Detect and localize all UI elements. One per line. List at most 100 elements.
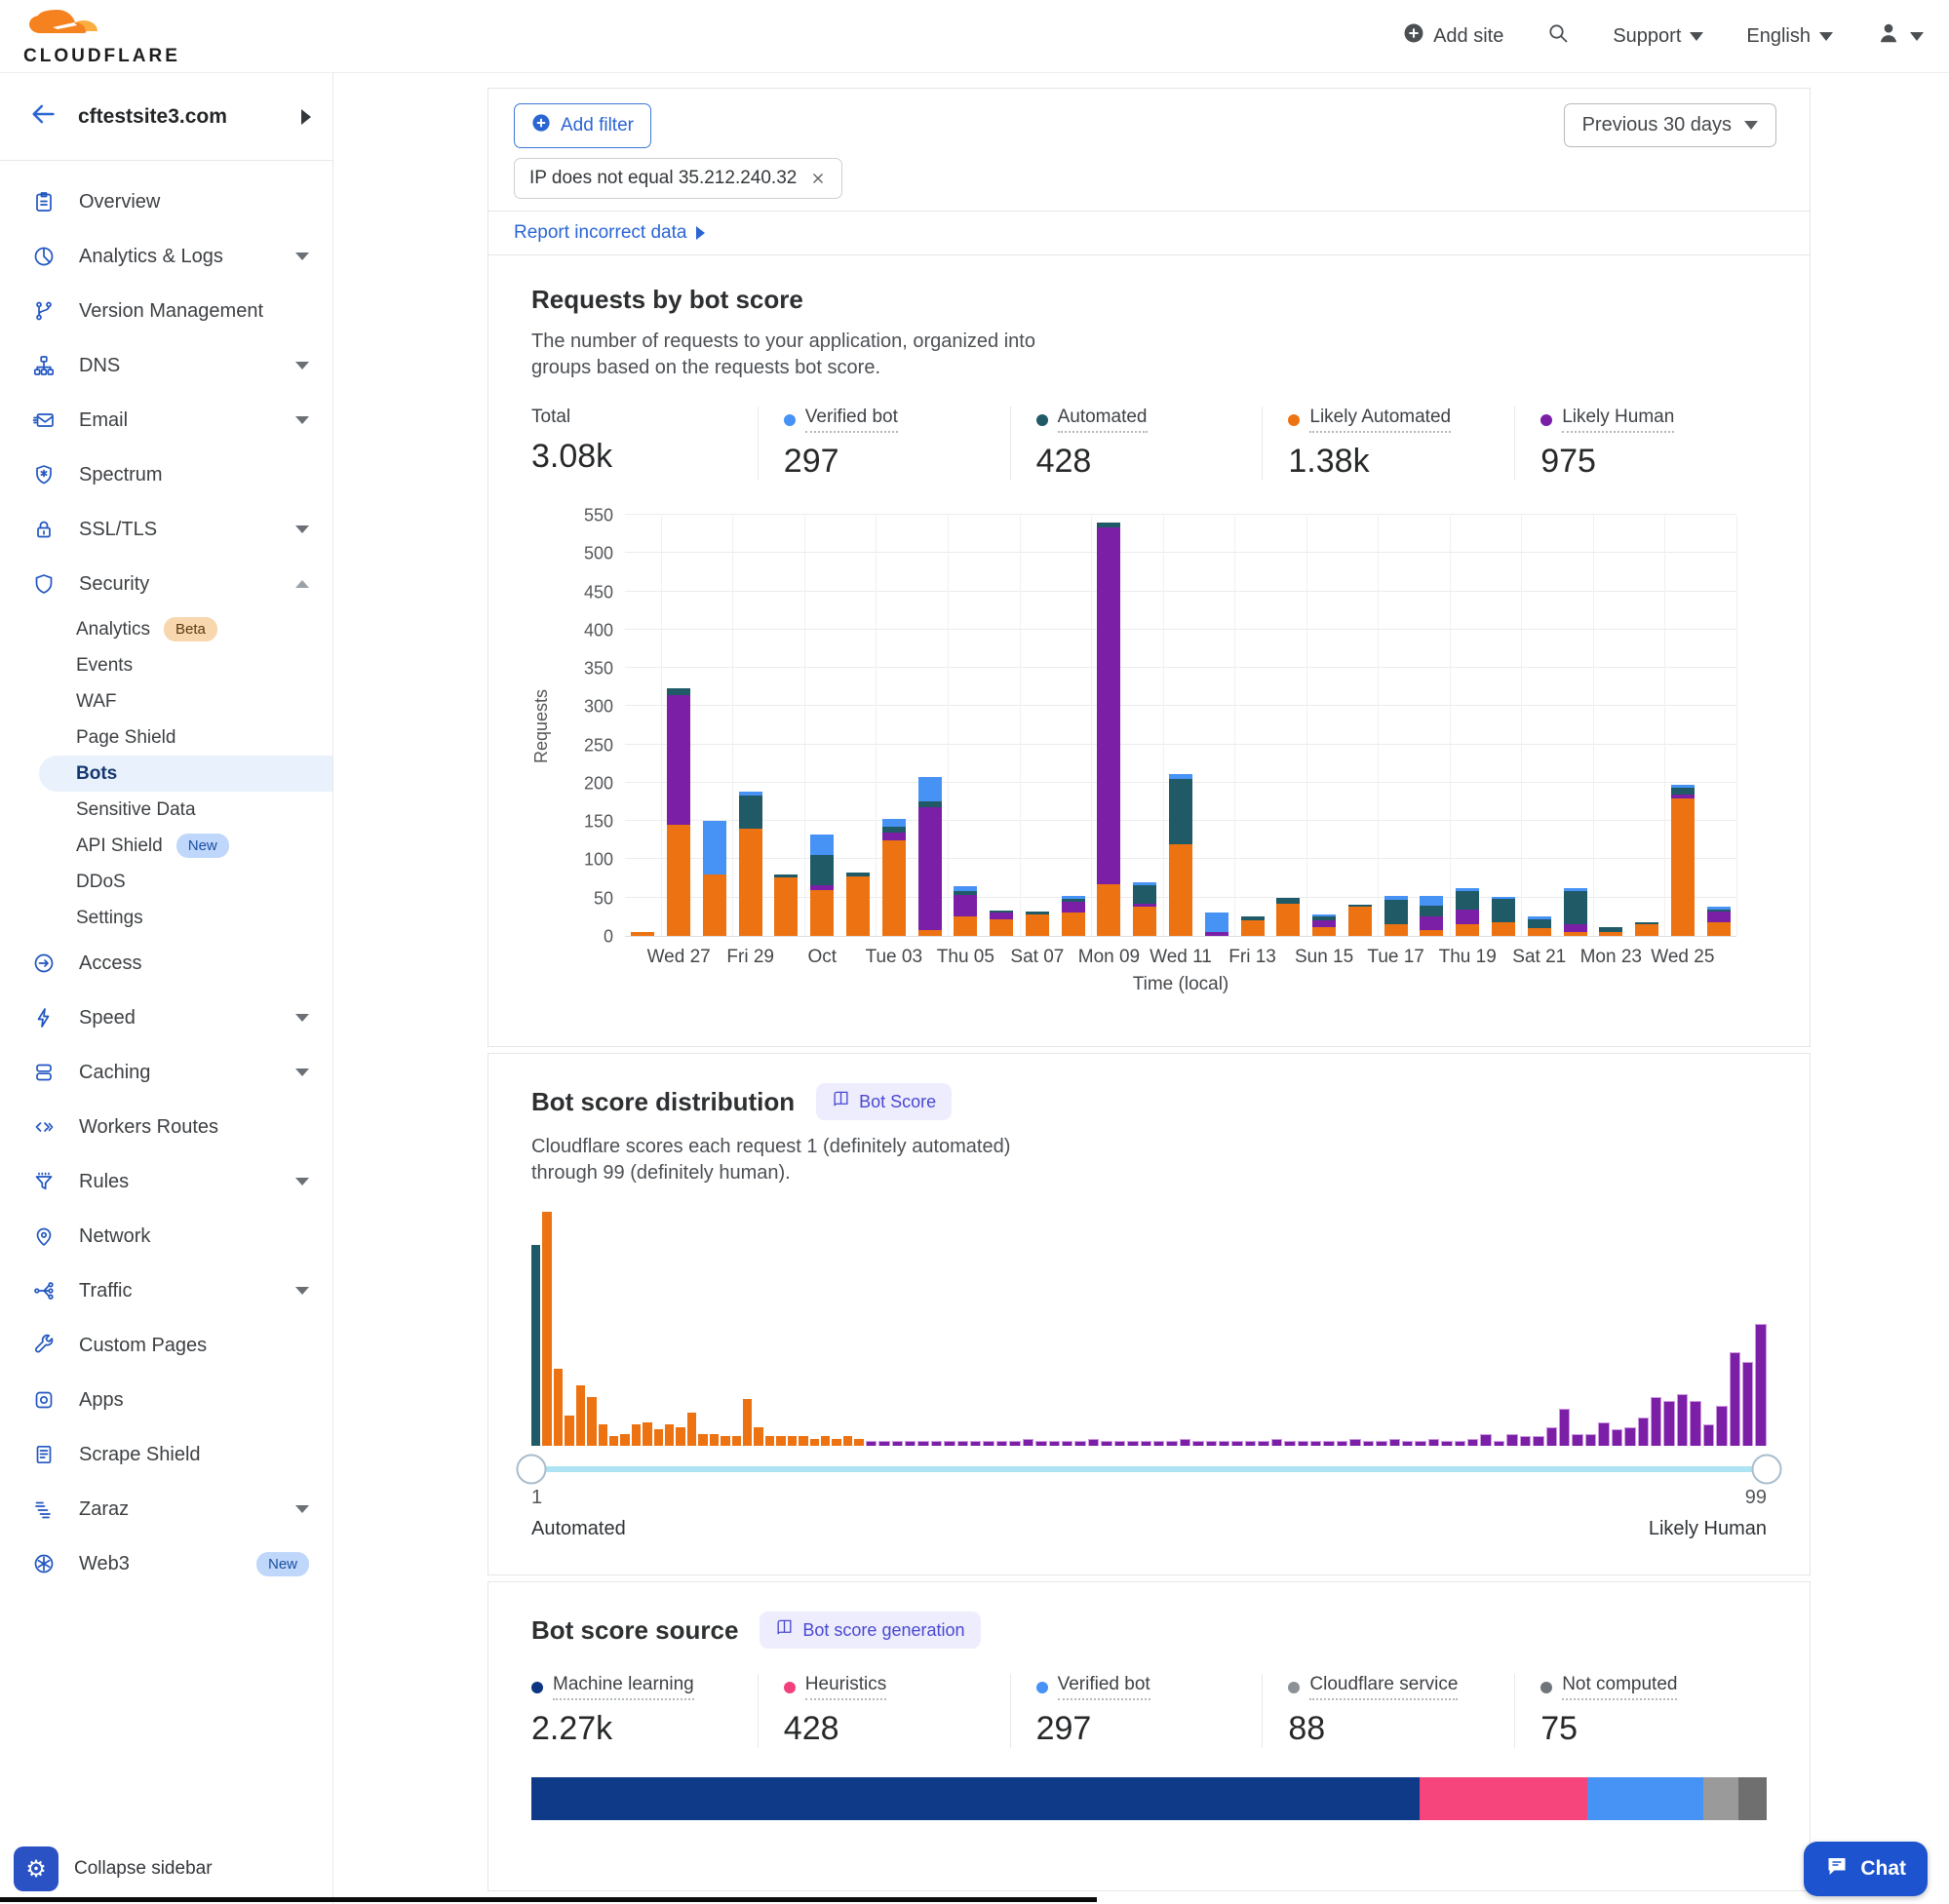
stat-label[interactable]: Cloudflare service xyxy=(1309,1674,1458,1700)
sidebar-item-label: Page Shield xyxy=(76,727,175,749)
bar-segment-likely-automated xyxy=(774,877,798,936)
sidebar-item-page-shield[interactable]: Page Shield xyxy=(0,719,332,756)
sidebar-item-apps[interactable]: Apps xyxy=(0,1373,332,1427)
stat-label[interactable]: Verified bot xyxy=(1058,1674,1150,1700)
back-arrow-icon[interactable] xyxy=(29,100,57,133)
account-menu[interactable] xyxy=(1876,20,1924,52)
sidebar-item-spectrum[interactable]: Spectrum xyxy=(0,447,332,502)
bar-segment-likely-human xyxy=(1456,910,1479,925)
sidebar-item-api-shield[interactable]: API ShieldNew xyxy=(0,828,332,864)
bot-score-generation-doc-badge[interactable]: Bot score generation xyxy=(760,1612,980,1649)
stat-label[interactable]: Verified bot xyxy=(805,407,898,433)
stat-label[interactable]: Not computed xyxy=(1562,1674,1677,1700)
bot-score-doc-badge[interactable]: Bot Score xyxy=(816,1083,952,1120)
stacked-bar xyxy=(918,777,942,936)
legend-dot xyxy=(1288,414,1300,426)
close-icon[interactable] xyxy=(809,170,827,187)
language-menu[interactable]: English xyxy=(1746,25,1833,48)
date-range-select[interactable]: Previous 30 days xyxy=(1564,103,1776,147)
stat-label[interactable]: Heuristics xyxy=(805,1674,886,1700)
sidebar-item-network[interactable]: Network xyxy=(0,1209,332,1263)
cloudflare-wordmark: CLOUDFLARE xyxy=(23,47,180,65)
collapse-sidebar[interactable]: ⚙ Collapse sidebar xyxy=(0,1834,332,1904)
sidebar-item-settings[interactable]: Settings xyxy=(0,900,332,936)
bar-segment-likely-automated xyxy=(1276,904,1300,936)
legend-dot xyxy=(1540,414,1552,426)
y-tick-label: 250 xyxy=(584,735,613,756)
report-incorrect-data-link[interactable]: Report incorrect data xyxy=(514,222,705,244)
stacked-bar xyxy=(1528,916,1551,936)
sidebar-item-custom-pages[interactable]: Custom Pages xyxy=(0,1318,332,1373)
sidebar-item-workers-routes[interactable]: Workers Routes xyxy=(0,1100,332,1154)
plot-area xyxy=(625,516,1736,937)
bar-segment-likely-automated xyxy=(1492,922,1515,936)
bar-segment-likely-human xyxy=(1205,932,1228,936)
sidebar-item-security[interactable]: Security xyxy=(0,557,332,611)
filter-chip[interactable]: IP does not equal 35.212.240.32 xyxy=(514,158,842,199)
sidebar-item-dns[interactable]: DNS xyxy=(0,338,332,393)
sidebar-item-ddos[interactable]: DDoS xyxy=(0,864,332,900)
sidebar-item-email[interactable]: Email xyxy=(0,393,332,447)
search-button[interactable] xyxy=(1546,21,1570,51)
chevron-right-icon[interactable] xyxy=(301,109,311,125)
sidebar-item-traffic[interactable]: Traffic xyxy=(0,1263,332,1318)
sidebar-item-caching[interactable]: Caching xyxy=(0,1045,332,1100)
sidebar-nav: OverviewAnalytics & LogsVersion Manageme… xyxy=(0,161,332,1834)
bar-segment-verified-bot xyxy=(1420,896,1443,905)
sidebar-item-speed[interactable]: Speed xyxy=(0,991,332,1045)
histogram-bar-score-88 xyxy=(1612,1429,1622,1446)
slider-handle-max[interactable] xyxy=(1752,1455,1782,1485)
sidebar-item-access[interactable]: Access xyxy=(0,936,332,991)
y-axis-label: Requests xyxy=(531,689,552,763)
support-menu[interactable]: Support xyxy=(1613,25,1703,48)
sidebar-item-analytics-logs[interactable]: Analytics & Logs xyxy=(0,229,332,284)
sidebar-item-version-management[interactable]: Version Management xyxy=(0,284,332,338)
x-tick-label: Wed 27 xyxy=(647,947,711,968)
sidebar-item-zaraz[interactable]: Zaraz xyxy=(0,1482,332,1536)
histogram-bar-score-39 xyxy=(970,1441,981,1446)
sidebar-item-scrape-shield[interactable]: Scrape Shield xyxy=(0,1427,332,1482)
rules-icon xyxy=(32,1170,56,1193)
sidebar-item-bots[interactable]: Bots xyxy=(39,756,332,792)
sidebar-item-sensitive-data[interactable]: Sensitive Data xyxy=(0,792,332,828)
bar-segment-likely-automated xyxy=(1384,924,1408,936)
stat-cloudflare-service: Cloudflare service88 xyxy=(1262,1674,1514,1748)
histogram-bar-score-24 xyxy=(788,1436,797,1446)
histogram-bar-score-80 xyxy=(1506,1434,1517,1446)
chat-button[interactable]: Chat xyxy=(1804,1842,1928,1896)
slider-handle-min[interactable] xyxy=(517,1455,547,1485)
sidebar-item-ssl-tls[interactable]: SSL/TLS xyxy=(0,502,332,557)
histogram-bar-score-55 xyxy=(1180,1439,1190,1446)
histogram-bar-score-36 xyxy=(931,1441,942,1446)
sidebar-item-rules[interactable]: Rules xyxy=(0,1154,332,1209)
stacked-bar xyxy=(810,835,834,936)
sidebar-item-events[interactable]: Events xyxy=(0,647,332,683)
stat-label[interactable]: Machine learning xyxy=(553,1674,694,1700)
histogram-bar-score-52 xyxy=(1141,1441,1151,1446)
bar-segment-likely-automated xyxy=(1312,927,1336,936)
sidebar-item-label: Bots xyxy=(76,763,117,785)
stat-label[interactable]: Automated xyxy=(1058,407,1148,433)
histogram-bar-score-95 xyxy=(1703,1424,1714,1446)
search-icon xyxy=(1546,21,1570,51)
gridline xyxy=(625,552,1736,553)
bar-segment-automated xyxy=(1420,906,1443,917)
sidebar-item-waf[interactable]: WAF xyxy=(0,683,332,719)
histogram-bar-score-85 xyxy=(1572,1434,1582,1446)
sidebar-item-overview[interactable]: Overview xyxy=(0,175,332,229)
gear-icon[interactable]: ⚙ xyxy=(14,1846,58,1891)
slider-track[interactable] xyxy=(531,1466,1767,1472)
histogram-bar-score-46 xyxy=(1062,1441,1072,1446)
bar-segment-automated xyxy=(1133,885,1156,904)
sidebar-item-analytics[interactable]: AnalyticsBeta xyxy=(0,611,332,647)
add-filter-button[interactable]: Add filter xyxy=(514,103,651,148)
histogram-bar-score-29 xyxy=(843,1436,852,1446)
sidebar-item-web3[interactable]: Web3New xyxy=(0,1536,332,1591)
stat-not-computed: Not computed75 xyxy=(1514,1674,1767,1748)
add-site-button[interactable]: Add site xyxy=(1403,22,1503,50)
y-tick-label: 300 xyxy=(584,697,613,718)
network-icon xyxy=(32,1224,56,1248)
stat-label[interactable]: Likely Human xyxy=(1562,407,1674,433)
stat-label[interactable]: Likely Automated xyxy=(1309,407,1451,433)
badge-new: New xyxy=(256,1552,309,1576)
